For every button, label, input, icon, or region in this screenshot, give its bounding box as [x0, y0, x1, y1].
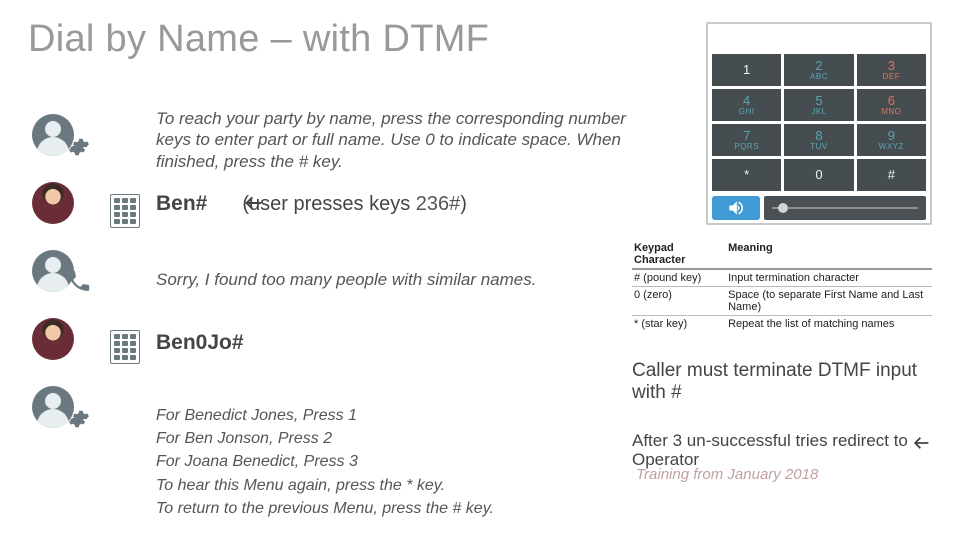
- speaker-button[interactable]: [712, 196, 760, 220]
- volume-slider[interactable]: [764, 196, 926, 220]
- keypad-meaning-table: Keypad Character Meaning # (pound key) I…: [632, 240, 932, 332]
- keypad-key-5[interactable]: 5JKL: [784, 89, 853, 121]
- keypad-key-digit: 7: [743, 130, 750, 142]
- table-header: Meaning: [726, 240, 932, 269]
- entry-hint-suffix: ): [460, 193, 467, 215]
- keypad-key-*[interactable]: *: [712, 159, 781, 191]
- participant-icons: [32, 108, 142, 448]
- keypad-key-digit: 9: [888, 130, 895, 142]
- watermark: Training from January 2018: [636, 466, 926, 483]
- keypad-key-digit: 4: [743, 95, 750, 107]
- dialpad-icon: [110, 194, 140, 228]
- system-icon-row: [32, 380, 142, 446]
- note-dtmf-terminate: Caller must terminate DTMF input with #: [632, 360, 932, 404]
- menu-line: For Benedict Jones, Press 1: [156, 404, 494, 427]
- keypad-key-digit: *: [744, 169, 749, 181]
- entry-digits: 236#: [416, 193, 461, 215]
- avatar-icon: [32, 318, 74, 360]
- menu-line: For Ben Jonson, Press 2: [156, 427, 494, 450]
- system-prompt-3: For Benedict Jones, Press 1 For Ben Jons…: [156, 404, 494, 520]
- caller-icon-row: [32, 176, 142, 242]
- gear-icon: [68, 136, 90, 158]
- keypad-key-0[interactable]: 0: [784, 159, 853, 191]
- keypad-key-1[interactable]: 1: [712, 54, 781, 86]
- entry-hint-prefix: (user presses keys: [242, 193, 415, 215]
- keypad-key-letters: JKL: [811, 107, 826, 116]
- gear-icon: [68, 408, 90, 430]
- keypad-key-digit: 8: [815, 130, 822, 142]
- keypad-key-9[interactable]: 9WXYZ: [857, 124, 926, 156]
- menu-line: For Joana Benedict, Press 3: [156, 450, 494, 473]
- system-icon-row: [32, 108, 142, 174]
- keypad-key-8[interactable]: 8TUV: [784, 124, 853, 156]
- table-cell: Space (to separate First Name and Last N…: [726, 287, 932, 316]
- keypad-key-6[interactable]: 6MNO: [857, 89, 926, 121]
- keypad-key-letters: ABC: [810, 72, 828, 81]
- table-cell: * (star key): [632, 316, 726, 333]
- keypad-key-#[interactable]: #: [857, 159, 926, 191]
- keypad-key-4[interactable]: 4GHI: [712, 89, 781, 121]
- keypad-key-letters: DEF: [883, 72, 901, 81]
- keypad-key-digit: 3: [888, 60, 895, 72]
- arrow-left-icon: [910, 432, 932, 454]
- table-cell: Input termination character: [726, 269, 932, 287]
- keypad-display: [714, 28, 924, 50]
- system-prompt-2: Sorry, I found too many people with simi…: [156, 270, 536, 290]
- caller-icon-row: [32, 312, 142, 378]
- system-icon-row: [32, 244, 142, 310]
- keypad-key-2[interactable]: 2ABC: [784, 54, 853, 86]
- keypad-key-letters: GHI: [739, 107, 755, 116]
- keypad-key-letters: MNO: [881, 107, 901, 116]
- keypad-key-digit: #: [888, 169, 895, 181]
- table-cell: 0 (zero): [632, 287, 726, 316]
- keypad-key-digit: 1: [743, 64, 750, 76]
- keypad-key-7[interactable]: 7PQRS: [712, 124, 781, 156]
- page-title: Dial by Name – with DTMF: [28, 18, 489, 61]
- note-redirect-text: After 3 un-successful tries redirect to …: [632, 431, 908, 469]
- slide: Dial by Name – with DTMF: [0, 0, 960, 540]
- keypad-key-letters: WXYZ: [879, 142, 904, 151]
- keypad-key-digit: 2: [815, 60, 822, 72]
- keypad-key-digit: 6: [888, 95, 895, 107]
- caller-entry-2: Ben0Jo#: [156, 331, 244, 355]
- table-cell: Repeat the list of matching names: [726, 316, 932, 333]
- typed-text: Ben#: [156, 192, 207, 215]
- phone-icon: [66, 268, 92, 294]
- arrow-left-icon: [241, 191, 265, 215]
- note-redirect: After 3 un-successful tries redirect to …: [632, 432, 932, 469]
- table-cell: # (pound key): [632, 269, 726, 287]
- dialpad-icon: [110, 330, 140, 364]
- keypad-key-digit: 0: [815, 169, 822, 181]
- system-prompt-1: To reach your party by name, press the c…: [156, 108, 636, 172]
- avatar-icon: [32, 182, 74, 224]
- menu-line: To hear this Menu again, press the * key…: [156, 474, 494, 497]
- caller-entry-1: Ben# (user presses keys 236#): [156, 192, 467, 216]
- table-header: Keypad Character: [632, 240, 726, 269]
- keypad-grid: 12ABC3DEF4GHI5JKL6MNO7PQRS8TUV9WXYZ*0#: [712, 54, 926, 191]
- keypad: 12ABC3DEF4GHI5JKL6MNO7PQRS8TUV9WXYZ*0#: [706, 22, 932, 225]
- keypad-key-letters: TUV: [810, 142, 828, 151]
- keypad-key-letters: PQRS: [734, 142, 759, 151]
- keypad-key-3[interactable]: 3DEF: [857, 54, 926, 86]
- menu-line: To return to the previous Menu, press th…: [156, 497, 494, 520]
- keypad-key-digit: 5: [815, 95, 822, 107]
- keypad-volume-bar: [712, 195, 926, 221]
